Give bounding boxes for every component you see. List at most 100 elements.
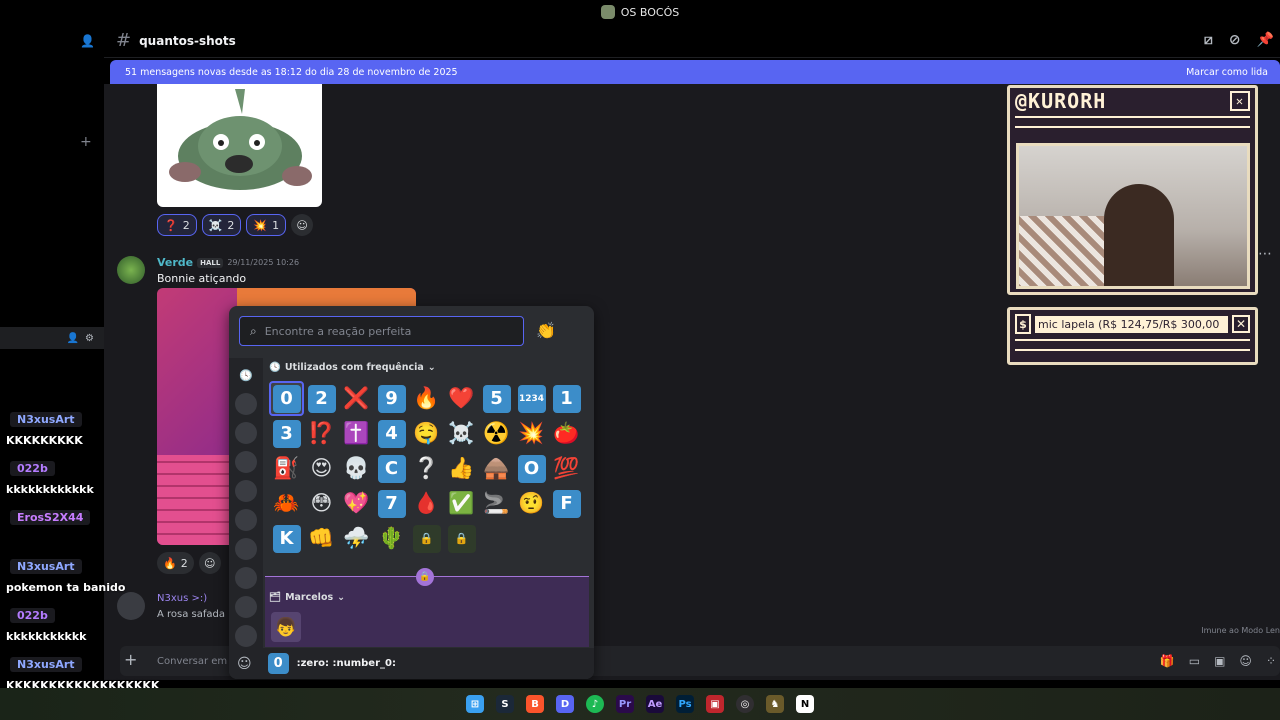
mark-as-read-button[interactable]: Marcar como lida	[1186, 67, 1268, 78]
add-friend-icon[interactable]: 👤	[80, 34, 95, 48]
emoji-cell[interactable]: ✝️	[339, 416, 374, 451]
emoji-cell[interactable]: 1	[549, 381, 584, 416]
emoji-cell[interactable]: O	[514, 451, 549, 486]
keycap-emoji: 2	[307, 384, 336, 413]
emoji-cell[interactable]: 🚬	[479, 486, 514, 521]
discord-icon[interactable]: D	[556, 695, 574, 713]
emoji-cell[interactable]: ☠️	[444, 416, 479, 451]
emoji-cell[interactable]: 3	[269, 416, 304, 451]
emoji-cell[interactable]: 👍	[444, 451, 479, 486]
app-icon[interactable]: ▣	[706, 695, 724, 713]
clock-icon[interactable]: 🕓	[235, 364, 257, 386]
server-emoji-icon[interactable]	[235, 451, 257, 473]
server-emoji-icon[interactable]	[235, 480, 257, 502]
reaction-chip[interactable]: 💥 1	[246, 214, 287, 236]
server-emoji-icon[interactable]	[235, 567, 257, 589]
emoji-cell[interactable]: 🔒	[409, 521, 444, 556]
emoji-cell[interactable]: 💖	[339, 486, 374, 521]
section-header-frequent[interactable]: 🕓 Utilizados com frequência ⌄	[269, 362, 436, 373]
emoji-cell[interactable]: 🤨	[514, 486, 549, 521]
add-reaction-button[interactable]: ☺	[198, 552, 221, 574]
gif-icon[interactable]: ▭	[1189, 654, 1200, 668]
section-header-server[interactable]: 🗂 Marcelos ⌄	[269, 592, 345, 603]
emoji-cell[interactable]: ❌	[339, 381, 374, 416]
windows-start-icon[interactable]: ⊞	[466, 695, 484, 713]
emoji-search-input[interactable]	[264, 324, 505, 338]
server-emoji-icon[interactable]	[235, 596, 257, 618]
emoji-cell[interactable]: 💥	[514, 416, 549, 451]
emoji-cell[interactable]: 🤤	[409, 416, 444, 451]
server-emoji[interactable]: 👦	[271, 612, 301, 642]
server-emoji-icon[interactable]	[235, 422, 257, 444]
emoji-cell[interactable]: 2	[304, 381, 339, 416]
emoji-cell[interactable]: ⛈️	[339, 521, 374, 556]
apps-icon[interactable]: ⁘	[1266, 654, 1276, 668]
skin-tone-icon[interactable]: 👏	[536, 321, 556, 340]
more-options-icon[interactable]: ⋯	[1258, 246, 1272, 262]
add-user-icon[interactable]: 👤	[67, 333, 79, 344]
emoji-cell[interactable]: 1234	[514, 381, 549, 416]
emoji-search[interactable]: ⌕	[239, 316, 524, 346]
reaction-chip[interactable]: 🔥 2	[157, 552, 194, 574]
photoshop-icon[interactable]: Ps	[676, 695, 694, 713]
emoji-cell[interactable]: ⁉️	[304, 416, 339, 451]
emoji-cell[interactable]: 🦀	[269, 486, 304, 521]
avatar[interactable]	[117, 256, 145, 284]
emoji-cell[interactable]: 4	[374, 416, 409, 451]
emoji-cell[interactable]: 🩸	[409, 486, 444, 521]
emoji-cell[interactable]: 🍅	[549, 416, 584, 451]
emoji-cell[interactable]: ⛽	[269, 451, 304, 486]
emoji-cell[interactable]: 😍	[304, 451, 339, 486]
emoji-cell[interactable]: 👊	[304, 521, 339, 556]
emoji-cell[interactable]: 🌵	[374, 521, 409, 556]
pokemon-image[interactable]	[157, 84, 322, 207]
emoji-cell[interactable]: 7	[374, 486, 409, 521]
mute-icon[interactable]: ⊘	[1229, 32, 1241, 48]
emoji-cell[interactable]: ❤️	[444, 381, 479, 416]
emoji-cell[interactable]: 🛖	[479, 451, 514, 486]
preview-name: :zero: :number_0:	[296, 658, 396, 669]
reaction-chip[interactable]: ❓ 2	[157, 214, 197, 236]
emoji-icon[interactable]: ☺	[1239, 654, 1252, 668]
server-emoji-icon[interactable]	[235, 509, 257, 531]
emoji-cell[interactable]: F	[549, 486, 584, 521]
premiere-icon[interactable]: Pr	[616, 695, 634, 713]
emoji-cell[interactable]: 💯	[549, 451, 584, 486]
pin-icon[interactable]: 📌	[1257, 32, 1274, 48]
emoji-cell[interactable]: ❔	[409, 451, 444, 486]
emoji-cell[interactable]: 5	[479, 381, 514, 416]
keycap-emoji: F	[552, 489, 581, 518]
gift-icon[interactable]: 🎁	[1160, 654, 1175, 668]
emoji-cell[interactable]: 9	[374, 381, 409, 416]
steam-icon[interactable]: S	[496, 695, 514, 713]
emoji-cell[interactable]: C	[374, 451, 409, 486]
notion-icon[interactable]: N	[796, 695, 814, 713]
emoji-cell[interactable]: ☢️	[479, 416, 514, 451]
message-author[interactable]: N3xus >:)	[157, 593, 207, 604]
message-author[interactable]: Verde HALL 29/11/2025 10:26	[157, 256, 299, 269]
spotify-icon[interactable]: ♪	[586, 695, 604, 713]
emoji-cell[interactable]: 🔒	[444, 521, 479, 556]
gear-icon[interactable]: ⚙	[85, 333, 94, 344]
emoji-cell[interactable]: K	[269, 521, 304, 556]
emoji: 💖	[343, 491, 370, 515]
threads-icon[interactable]: ⧄	[1204, 32, 1213, 48]
server-emoji-icon[interactable]	[235, 538, 257, 560]
chevron-down-icon: ⌄	[427, 362, 436, 373]
obs-icon[interactable]: ◎	[736, 695, 754, 713]
reaction-chip[interactable]: ☠️ 2	[201, 214, 242, 236]
add-reaction-button[interactable]: ☺	[291, 214, 314, 236]
brave-icon[interactable]: B	[526, 695, 544, 713]
add-plus-icon[interactable]: +	[80, 134, 92, 150]
emoji-cell[interactable]: 😳	[304, 486, 339, 521]
emoji-cell[interactable]: 🔥	[409, 381, 444, 416]
new-messages-banner[interactable]: 51 mensagens novas desde as 18:12 do dia…	[110, 60, 1280, 84]
server-emoji-icon[interactable]	[235, 393, 257, 415]
emoji-cell[interactable]: 0	[269, 381, 304, 416]
server-emoji-icon[interactable]	[235, 625, 257, 647]
sticker-icon[interactable]: ▣	[1214, 654, 1225, 668]
emoji-cell[interactable]: ✅	[444, 486, 479, 521]
app-icon[interactable]: ♞	[766, 695, 784, 713]
emoji-cell[interactable]: 💀	[339, 451, 374, 486]
after-effects-icon[interactable]: Ae	[646, 695, 664, 713]
